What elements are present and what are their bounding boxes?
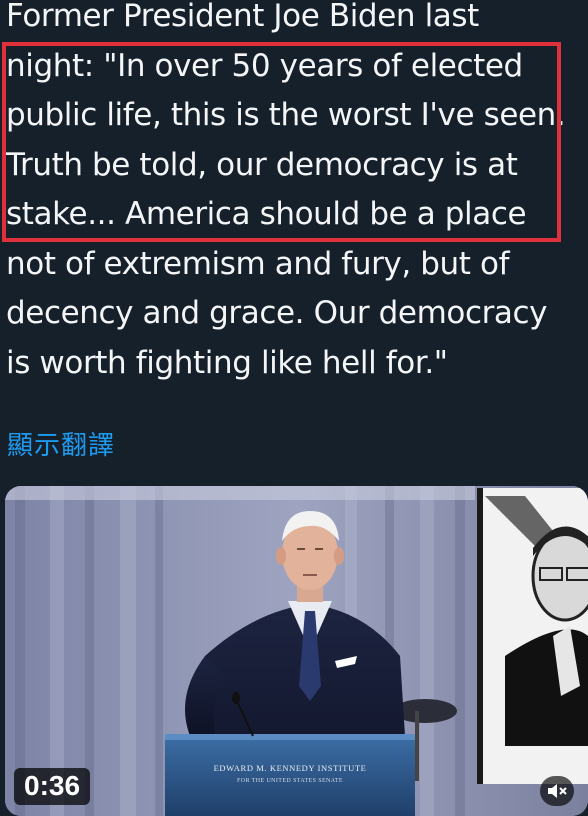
tweet-line: stake... America should be a place	[6, 196, 527, 232]
tweet-line: Former President Joe Biden last	[6, 0, 479, 34]
video-frame: EDWARD M. KENNEDY INSTITUTE FOR THE UNIT…	[5, 486, 588, 816]
podium-subtext: FOR THE UNITED STATES SENATE	[237, 778, 343, 784]
video-player[interactable]: EDWARD M. KENNEDY INSTITUTE FOR THE UNIT…	[5, 486, 588, 816]
speaker-muted-icon	[548, 784, 567, 798]
tweet-line: not of extremism and fury, but of	[6, 245, 510, 282]
tweet-line: Truth be told, our democracy is at	[6, 146, 518, 183]
mute-button[interactable]	[540, 776, 574, 806]
podium: EDWARD M. KENNEDY INSTITUTE FOR THE UNIT…	[165, 734, 415, 816]
tweet-line: is worth fighting like hell for."	[6, 344, 448, 381]
tweet-body: Former President Joe Biden last night: "…	[6, 0, 586, 388]
tweet-line: night: "In over 50 years of elected	[6, 47, 523, 84]
podium-text: EDWARD M. KENNEDY INSTITUTE	[214, 763, 367, 773]
tweet-line: public life, this is the worst I've seen…	[6, 97, 566, 133]
ceiling-lights	[5, 486, 475, 500]
video-duration-badge: 0:36	[14, 768, 91, 805]
show-translation-link[interactable]: 顯示翻譯	[7, 425, 115, 462]
tweet-line: decency and grace. Our democracy	[6, 295, 548, 331]
portrait-board	[477, 488, 588, 784]
